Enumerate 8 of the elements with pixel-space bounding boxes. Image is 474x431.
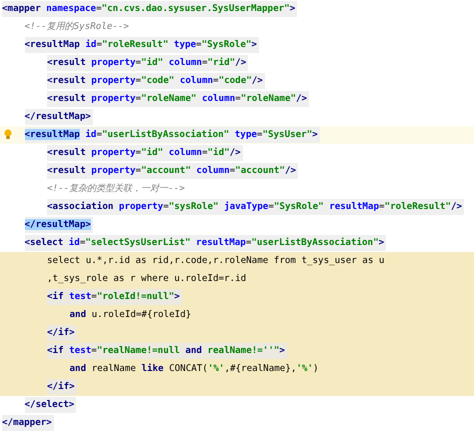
code-line: <!--复用的SysRole--> — [24, 20, 129, 34]
code-line: and realName like CONCAT('%',#{realName},'%') — [70, 362, 319, 376]
code-line: </resultMap> — [24, 217, 93, 233]
lightbulb-icon[interactable] — [4, 129, 12, 140]
code-line: <!--复杂的类型关联，一对一--> — [47, 182, 185, 196]
code-line: and u.roleId=#{roleId} — [70, 308, 192, 322]
code-line: select u.*,r.id as rid,r.code,r.roleName from t_sys_user as u — [47, 254, 384, 268]
code-line: ,t_sys_role as r where u.roleId=r.id — [47, 272, 246, 286]
